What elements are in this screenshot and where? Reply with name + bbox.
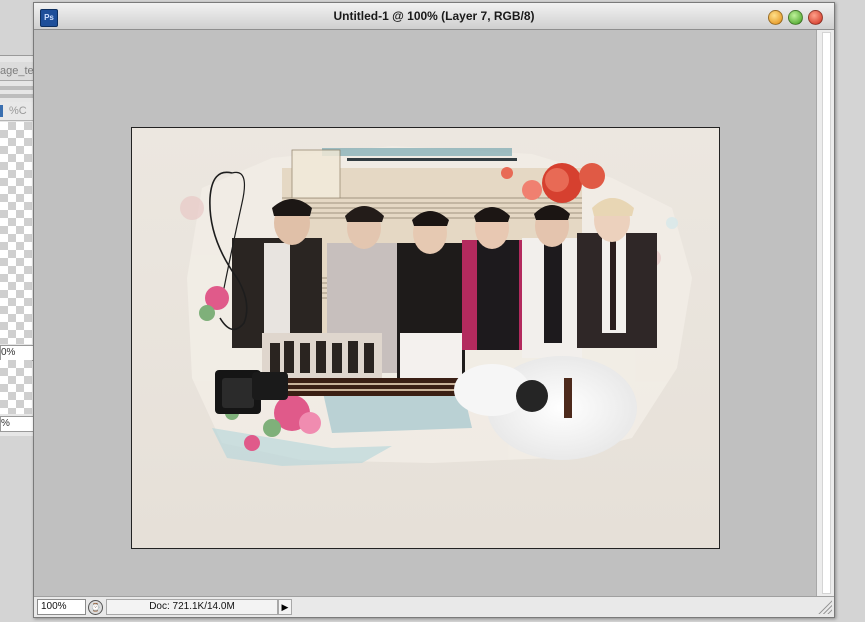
background-control-label: %C [9, 105, 27, 117]
selection-marker [0, 105, 3, 118]
background-tab-label: age_te [0, 65, 34, 77]
window-title: Untitled-1 @ 100% (Layer 7, RGB/8) [333, 9, 535, 23]
status-bar: 100% ⌚ Doc: 721.1K/14.0M ▶ [34, 596, 834, 617]
document-info-icon[interactable]: ⌚ [88, 600, 103, 615]
canvas-area[interactable] [34, 30, 816, 596]
opacity-field[interactable]: 0% [0, 345, 34, 361]
close-button[interactable] [808, 10, 823, 25]
document-window: Ps Untitled-1 @ 100% (Layer 7, RGB/8) 10… [33, 2, 835, 618]
scrollbar-track[interactable] [822, 32, 831, 594]
vertical-scrollbar[interactable] [816, 30, 834, 596]
title-bar[interactable]: Ps Untitled-1 @ 100% (Layer 7, RGB/8) [34, 3, 834, 30]
panel-divider [0, 94, 36, 98]
document-canvas[interactable] [131, 127, 720, 549]
zoom-level-field[interactable]: 100% [37, 599, 86, 615]
resize-grip-icon[interactable] [818, 598, 832, 614]
background-panel-controls[interactable]: %C [0, 102, 36, 121]
minimize-button[interactable] [768, 10, 783, 25]
status-menu-arrow-icon[interactable]: ▶ [278, 599, 292, 615]
background-panel-tab[interactable]: age_te [0, 62, 36, 81]
layer-thumbnail[interactable] [0, 360, 32, 414]
document-size-info[interactable]: Doc: 721.1K/14.0M [106, 599, 278, 615]
panel-divider [0, 86, 36, 90]
collage-image [132, 128, 719, 548]
maximize-button[interactable] [788, 10, 803, 25]
layer-thumbnail[interactable] [0, 122, 32, 344]
fill-field[interactable]: % [0, 416, 34, 432]
